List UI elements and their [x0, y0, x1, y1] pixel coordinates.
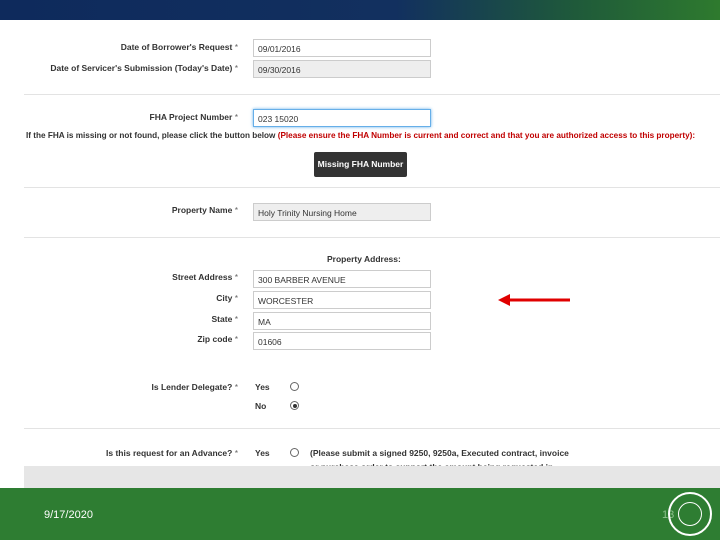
- city-input[interactable]: WORCESTER: [253, 291, 431, 309]
- fha-project-number-input[interactable]: 023 15020: [253, 109, 431, 127]
- lender-delegate-no-label: No: [255, 401, 267, 411]
- servicer-submission-date-label: Date of Servicer's Submission (Today's D…: [50, 63, 238, 73]
- section-divider: [24, 94, 720, 95]
- property-address-heading: Property Address:: [327, 254, 401, 264]
- advance-yes-radio[interactable]: [290, 448, 299, 457]
- lender-delegate-yes-radio[interactable]: [290, 382, 299, 391]
- street-address-input[interactable]: 300 BARBER AVENUE: [253, 270, 431, 288]
- fha-project-number-label: FHA Project Number *: [149, 112, 239, 122]
- property-name-field: Holy Trinity Nursing Home: [253, 203, 431, 221]
- footer-date: 9/17/2020: [44, 509, 93, 521]
- red-arrow-icon: [498, 294, 570, 306]
- property-name-label: Property Name *: [171, 205, 238, 215]
- section-divider: [24, 187, 720, 188]
- borrower-request-date-label: Date of Borrower's Request *: [120, 42, 238, 52]
- borrower-request-date-input[interactable]: 09/01/2016: [253, 39, 431, 57]
- state-label: State *: [211, 314, 238, 324]
- missing-fha-number-button[interactable]: Missing FHA Number: [314, 152, 407, 177]
- street-address-label: Street Address *: [172, 272, 238, 282]
- servicer-submission-date-field: 09/30/2016: [253, 60, 431, 78]
- form-cutoff-area: [24, 466, 720, 488]
- advance-yes-label: Yes: [255, 448, 270, 458]
- city-label: City *: [216, 293, 238, 303]
- section-divider: [24, 237, 720, 238]
- lender-delegate-yes-label: Yes: [255, 382, 270, 392]
- state-input[interactable]: MA: [253, 312, 431, 330]
- fha-missing-note: If the FHA is missing or not found, plea…: [26, 131, 696, 140]
- department-seal-icon: [668, 492, 712, 536]
- lender-delegate-label: Is Lender Delegate? *: [151, 382, 238, 392]
- section-divider: [24, 428, 720, 429]
- zip-code-label: Zip code *: [197, 334, 238, 344]
- header-bar: [0, 0, 720, 20]
- advance-request-label: Is this request for an Advance? *: [106, 448, 238, 458]
- lender-delegate-no-radio[interactable]: [290, 401, 299, 410]
- fha-warning-text: (Please ensure the FHA Number is current…: [277, 131, 696, 140]
- zip-code-input[interactable]: 01606: [253, 332, 431, 350]
- footer-bar: [0, 488, 720, 540]
- advance-note: (Please submit a signed 9250, 9250a, Exe…: [310, 448, 569, 466]
- seal-inner-ring: [678, 502, 702, 526]
